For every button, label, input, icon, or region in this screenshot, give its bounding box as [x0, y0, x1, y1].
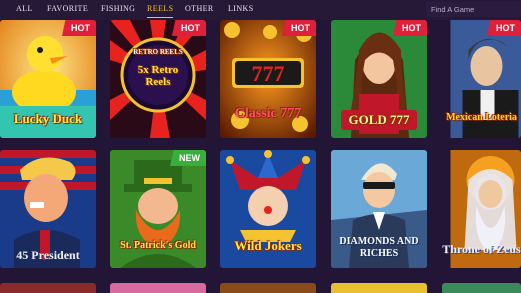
game-tile-partial[interactable]	[442, 283, 521, 293]
game-title: Throne of Zeus	[442, 242, 521, 256]
game-tile-gold-777[interactable]: GOLD 777 HOT	[331, 20, 427, 138]
game-title: St. Patrick's Gold	[120, 240, 196, 251]
nav-tab-fishing[interactable]: FISHING	[101, 0, 135, 18]
game-tile-45-president[interactable]: 45 President	[0, 150, 96, 268]
game-tile-wild-jokers[interactable]: Wild Jokers	[220, 150, 316, 268]
game-tile-classic-777[interactable]: 777 Classic 777 HOT	[220, 20, 316, 138]
game-tile-throne-of-zeus[interactable]: Throne of Zeus	[442, 150, 521, 268]
hot-badge: HOT	[393, 20, 427, 36]
game-title: 45 President	[16, 248, 80, 262]
game-tile-partial[interactable]	[220, 283, 316, 293]
nav-tab-other[interactable]: OTHER	[185, 0, 214, 18]
game-tile-partial[interactable]	[331, 283, 427, 293]
game-tile-mexican-loteria[interactable]: Mexican Loteria HOT	[442, 20, 521, 138]
search-input[interactable]: Find A Game	[426, 2, 521, 17]
new-badge: NEW	[170, 150, 206, 166]
game-tile-lucky-duck[interactable]: Lucky Duck HOT	[0, 20, 96, 138]
game-tile-st-patricks-gold[interactable]: St. Patrick's Gold NEW	[110, 150, 206, 268]
nav-tab-favorite[interactable]: FAVORITE	[47, 0, 88, 18]
svg-text:777: 777	[252, 61, 285, 86]
nav-tab-all[interactable]: ALL	[16, 0, 33, 18]
game-grid: Lucky Duck HOT RETRO REELS 5x Retro Reel…	[0, 20, 521, 293]
game-tile-diamonds-and-riches[interactable]: DIAMONDS AND RICHES	[331, 150, 427, 268]
hot-badge: HOT	[487, 20, 521, 36]
game-title: DIAMONDS AND RICHES	[339, 236, 419, 259]
game-title: Mexican Loteria	[446, 112, 517, 123]
game-tile-retro-reels[interactable]: RETRO REELS 5x Retro Reels HOT	[110, 20, 206, 138]
hot-badge: HOT	[172, 20, 206, 36]
hot-badge: HOT	[62, 20, 96, 36]
top-navigation-bar: ALL FAVORITE FISHING REELS OTHER LINKS F…	[0, 0, 521, 20]
game-title: GOLD 777	[348, 112, 410, 127]
search-placeholder: Find A Game	[431, 5, 475, 14]
game-title: Wild Jokers	[234, 238, 302, 253]
hot-badge: HOT	[282, 20, 316, 36]
game-title: Lucky Duck	[13, 111, 83, 126]
game-title: Classic 777	[234, 106, 302, 121]
game-title: 5x Retro Reels	[137, 64, 179, 88]
nav-tab-reels[interactable]: REELS	[147, 0, 174, 18]
game-tile-partial[interactable]	[0, 283, 96, 293]
game-tile-partial[interactable]	[110, 283, 206, 293]
game-top-text: RETRO REELS	[133, 48, 183, 56]
nav-tab-links[interactable]: LINKS	[228, 0, 254, 18]
